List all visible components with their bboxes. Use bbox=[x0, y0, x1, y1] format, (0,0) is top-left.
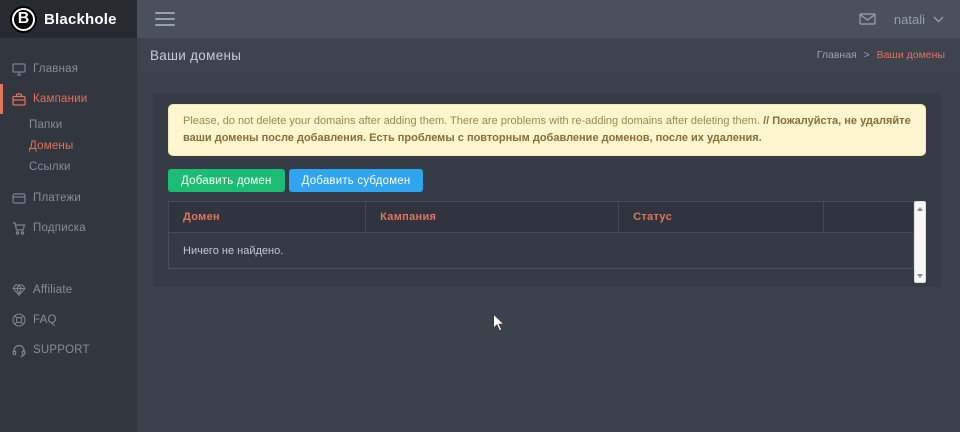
sidebar-item-label: FAQ bbox=[33, 314, 57, 326]
sidebar-item-folders[interactable]: Папки bbox=[0, 114, 137, 135]
domains-table: Домен Кампания Статус Ничего не найдено. bbox=[168, 201, 914, 269]
sidebar-item-links[interactable]: Ссылки bbox=[0, 156, 137, 177]
sidebar-item-payments[interactable]: Платежи bbox=[0, 183, 137, 213]
empty-message: Ничего не найдено. bbox=[183, 245, 283, 257]
table-scrollbar[interactable] bbox=[914, 201, 926, 283]
sidebar-item-affiliate[interactable]: Affiliate bbox=[0, 275, 137, 305]
breadcrumb-separator: > bbox=[864, 50, 870, 61]
sidebar-item-support[interactable]: SUPPORT bbox=[0, 335, 137, 365]
breadcrumb-current: Ваши домены bbox=[877, 49, 945, 61]
diamond-icon bbox=[11, 283, 26, 298]
sidebar-item-label: Домены bbox=[29, 140, 73, 152]
monitor-icon bbox=[11, 62, 26, 77]
brand-name: Blackhole bbox=[44, 11, 117, 28]
app-window: B Blackhole Главная Кампании bbox=[0, 0, 960, 432]
warning-alert: Please, do not delete your domains after… bbox=[168, 104, 926, 156]
column-header-campaign[interactable]: Кампания bbox=[366, 202, 619, 232]
sidebar-item-label: Ссылки bbox=[29, 161, 71, 173]
sidebar: B Blackhole Главная Кампании bbox=[0, 0, 137, 432]
titlebar: Ваши домены Главная > Ваши домены bbox=[137, 38, 960, 72]
column-header-domain[interactable]: Домен bbox=[169, 202, 366, 232]
sidebar-item-faq[interactable]: FAQ bbox=[0, 305, 137, 335]
action-buttons: Добавить домен Добавить субдомен bbox=[168, 169, 926, 192]
main-area: natali Ваши домены Главная > Ваши домены bbox=[137, 0, 960, 432]
sidebar-item-campaigns[interactable]: Кампании bbox=[0, 84, 137, 114]
menu-toggle-icon[interactable] bbox=[155, 12, 175, 26]
scroll-up-icon[interactable] bbox=[915, 203, 925, 214]
mail-icon[interactable] bbox=[859, 13, 876, 25]
user-menu[interactable]: natali bbox=[894, 12, 944, 27]
add-domain-button[interactable]: Добавить домен bbox=[168, 169, 285, 192]
sidebar-item-label: Кампании bbox=[33, 93, 87, 105]
sidebar-nav: Главная Кампании Папки Домены Ссылки bbox=[0, 38, 137, 365]
sidebar-item-label: Главная bbox=[33, 63, 78, 75]
briefcase-icon bbox=[11, 92, 26, 107]
column-header-status[interactable]: Статус bbox=[619, 202, 824, 232]
sidebar-item-label: SUPPORT bbox=[33, 344, 90, 356]
chevron-down-icon bbox=[933, 16, 944, 23]
brand-logo[interactable]: B Blackhole bbox=[0, 0, 137, 38]
add-subdomain-button[interactable]: Добавить субдомен bbox=[289, 169, 424, 192]
domains-panel: Please, do not delete your domains after… bbox=[153, 93, 941, 287]
domains-table-wrap: Домен Кампания Статус Ничего не найдено. bbox=[168, 201, 926, 283]
alert-text-en: Please, do not delete your domains after… bbox=[183, 115, 760, 127]
sidebar-item-label: Подписка bbox=[33, 222, 86, 234]
credit-card-icon bbox=[11, 191, 26, 206]
content-area: Please, do not delete your domains after… bbox=[137, 72, 960, 432]
table-header-row: Домен Кампания Статус bbox=[168, 201, 914, 233]
cart-icon bbox=[11, 221, 26, 236]
help-circle-icon bbox=[11, 313, 26, 328]
page-title: Ваши домены bbox=[150, 48, 241, 63]
table-empty-row: Ничего не найдено. bbox=[168, 233, 914, 269]
sidebar-item-label: Affiliate bbox=[33, 284, 72, 296]
sidebar-item-domains[interactable]: Домены bbox=[0, 135, 137, 156]
sidebar-item-label: Платежи bbox=[33, 192, 81, 204]
sidebar-item-label: Папки bbox=[29, 119, 62, 131]
column-header-actions bbox=[824, 202, 913, 232]
sidebar-item-subscription[interactable]: Подписка bbox=[0, 213, 137, 243]
username: natali bbox=[894, 12, 925, 27]
topbar-right: natali bbox=[859, 12, 950, 27]
scroll-down-icon[interactable] bbox=[915, 270, 925, 281]
topbar: natali bbox=[137, 0, 960, 38]
headset-icon bbox=[11, 343, 26, 358]
breadcrumb-home-link[interactable]: Главная bbox=[817, 49, 857, 61]
brand-logo-icon: B bbox=[10, 6, 37, 33]
breadcrumb: Главная > Ваши домены bbox=[817, 49, 945, 61]
sidebar-item-home[interactable]: Главная bbox=[0, 54, 137, 84]
